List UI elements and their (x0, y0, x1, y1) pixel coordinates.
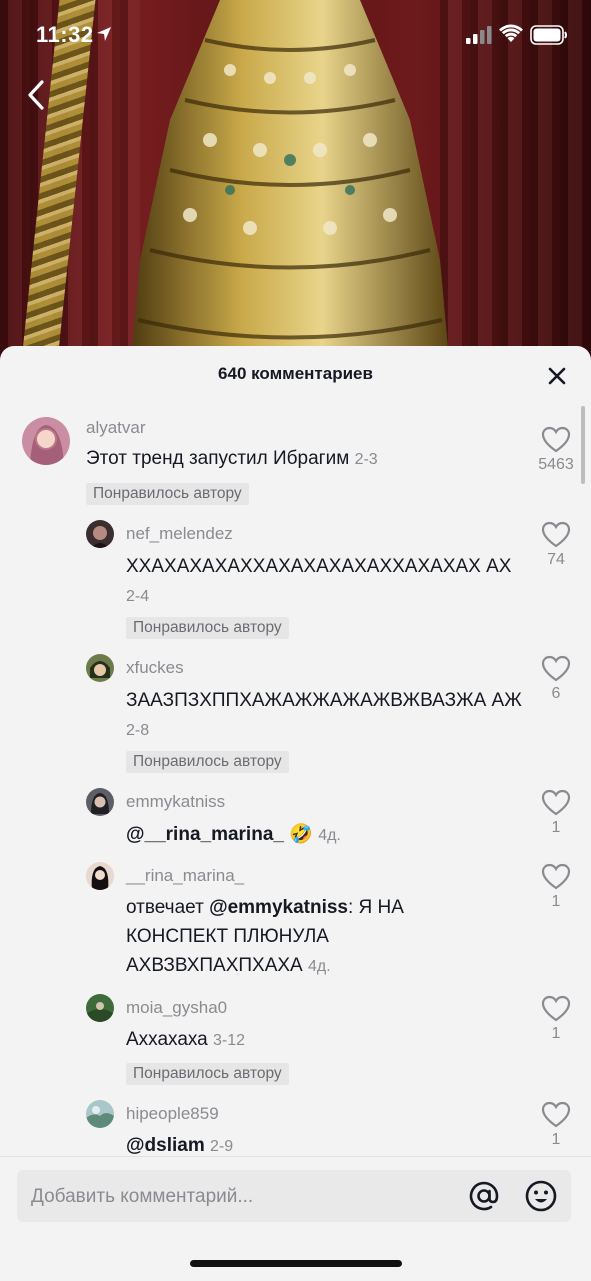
like-button[interactable]: 74 (526, 521, 586, 569)
comment-username[interactable]: emmykatniss (126, 792, 225, 812)
emoji: 🤣 (289, 824, 313, 845)
comment-date: 2-8 (126, 722, 150, 739)
comment-date: 2-3 (354, 451, 378, 468)
avatar[interactable] (86, 994, 114, 1022)
back-button[interactable] (20, 78, 54, 112)
avatar[interactable] (86, 520, 114, 548)
comment-username[interactable]: __rina_marina_ (126, 866, 244, 886)
like-button[interactable]: 5463 (526, 426, 586, 474)
comments-sheet: 640 комментариев alyatvar Этот тренд зап… (0, 346, 591, 1280)
close-button[interactable] (544, 363, 570, 389)
comment-date: 4д. (308, 958, 331, 975)
comment-username[interactable]: hipeople859 (126, 1104, 219, 1124)
comment-text: ХХАХАХАХАХХАХАХАХАХАХХАХАХАХ АХ 2-4 (126, 552, 526, 611)
comment-date: 2-9 (210, 1138, 234, 1155)
comment-username[interactable]: xfuckes (126, 658, 184, 678)
emoji-button[interactable] (524, 1179, 558, 1213)
avatar[interactable] (22, 417, 70, 465)
mention-link[interactable]: @__rina_marina_ (126, 824, 284, 845)
heart-icon (541, 995, 571, 1022)
mention-link[interactable]: @emmykatniss (209, 897, 348, 918)
comment-body: ЗААЗПЗХППХАЖАЖЖАЖАЖВЖВАЗЖА АЖ (126, 690, 522, 711)
battery-icon (530, 25, 567, 45)
wifi-icon (499, 24, 523, 42)
comment-input-box[interactable] (17, 1170, 571, 1224)
heart-icon (541, 863, 571, 890)
status-time: 11:32 (36, 22, 94, 47)
mention-button[interactable] (467, 1179, 501, 1213)
comment-date: 4д. (318, 827, 341, 844)
comment-input[interactable] (29, 1170, 453, 1224)
like-button[interactable]: 1 (526, 995, 586, 1043)
back-icon (28, 80, 44, 110)
avatar[interactable] (86, 862, 114, 890)
comment-text: ЗААЗПЗХППХАЖАЖЖАЖАЖВЖВАЗЖА АЖ 2-8 (126, 686, 526, 745)
comment-text: отвечает @emmykatniss: Я НА КОНСПЕКТ ПЛЮ… (126, 893, 446, 981)
like-button[interactable]: 1 (526, 789, 586, 837)
home-indicator (190, 1260, 402, 1267)
close-icon (548, 367, 566, 385)
signal-icon (466, 26, 492, 44)
comment-text: Аххахаха 3-12 (126, 1025, 526, 1055)
comment-text: @__rina_marina_ 🤣 4д. (126, 820, 526, 850)
like-button[interactable]: 1 (526, 1101, 586, 1149)
liked-by-author-badge: Понравилось автору (126, 1063, 289, 1085)
sheet-header: 640 комментариев (0, 346, 591, 402)
like-button[interactable]: 6 (526, 655, 586, 703)
like-count: 74 (547, 551, 565, 568)
location-arrow-icon (97, 27, 111, 41)
mention-link[interactable]: @dsliam (126, 1135, 205, 1156)
like-count: 1 (551, 819, 561, 836)
heart-icon (541, 521, 571, 548)
comment-body: Аххахаха (126, 1029, 208, 1050)
comment-body: ХХАХАХАХАХХАХАХАХАХАХХАХАХАХ АХ (126, 556, 512, 577)
like-button[interactable]: 1 (526, 863, 586, 911)
heart-icon (541, 1101, 571, 1128)
at-icon (469, 1181, 499, 1211)
liked-by-author-badge: Понравилось автору (126, 751, 289, 773)
comments-count-title: 640 комментариев (218, 364, 373, 383)
comment-date: 2-4 (126, 588, 150, 605)
comment-username[interactable]: moia_gysha0 (126, 998, 227, 1018)
comment-body: Этот тренд запустил Ибрагим (86, 448, 350, 469)
comment-text: Этот тренд запустил Ибрагим 2-3 (86, 444, 526, 474)
like-count: 6 (551, 685, 561, 702)
comments-list[interactable]: alyatvar Этот тренд запустил Ибрагим 2-3… (0, 402, 591, 1158)
avatar[interactable] (86, 1100, 114, 1128)
like-count: 1 (551, 1025, 561, 1042)
avatar[interactable] (86, 654, 114, 682)
status-bar: 11:32 (0, 0, 591, 72)
liked-by-author-badge: Понравилось автору (126, 617, 289, 639)
comment-username[interactable]: nef_melendez (126, 524, 233, 544)
like-count: 1 (551, 893, 561, 910)
liked-by-author-badge: Понравилось автору (86, 483, 249, 505)
like-count: 1 (551, 1131, 561, 1148)
heart-icon (541, 655, 571, 682)
comment-date: 3-12 (213, 1032, 246, 1049)
heart-icon (541, 789, 571, 816)
reply-prefix: отвечает (126, 897, 204, 918)
comment-text: @dsliam 2-9 (126, 1131, 526, 1158)
comment-username[interactable]: alyatvar (86, 418, 146, 438)
heart-icon (541, 426, 571, 453)
avatar[interactable] (86, 788, 114, 816)
like-count: 5463 (538, 456, 574, 473)
emoji-icon (525, 1180, 557, 1212)
